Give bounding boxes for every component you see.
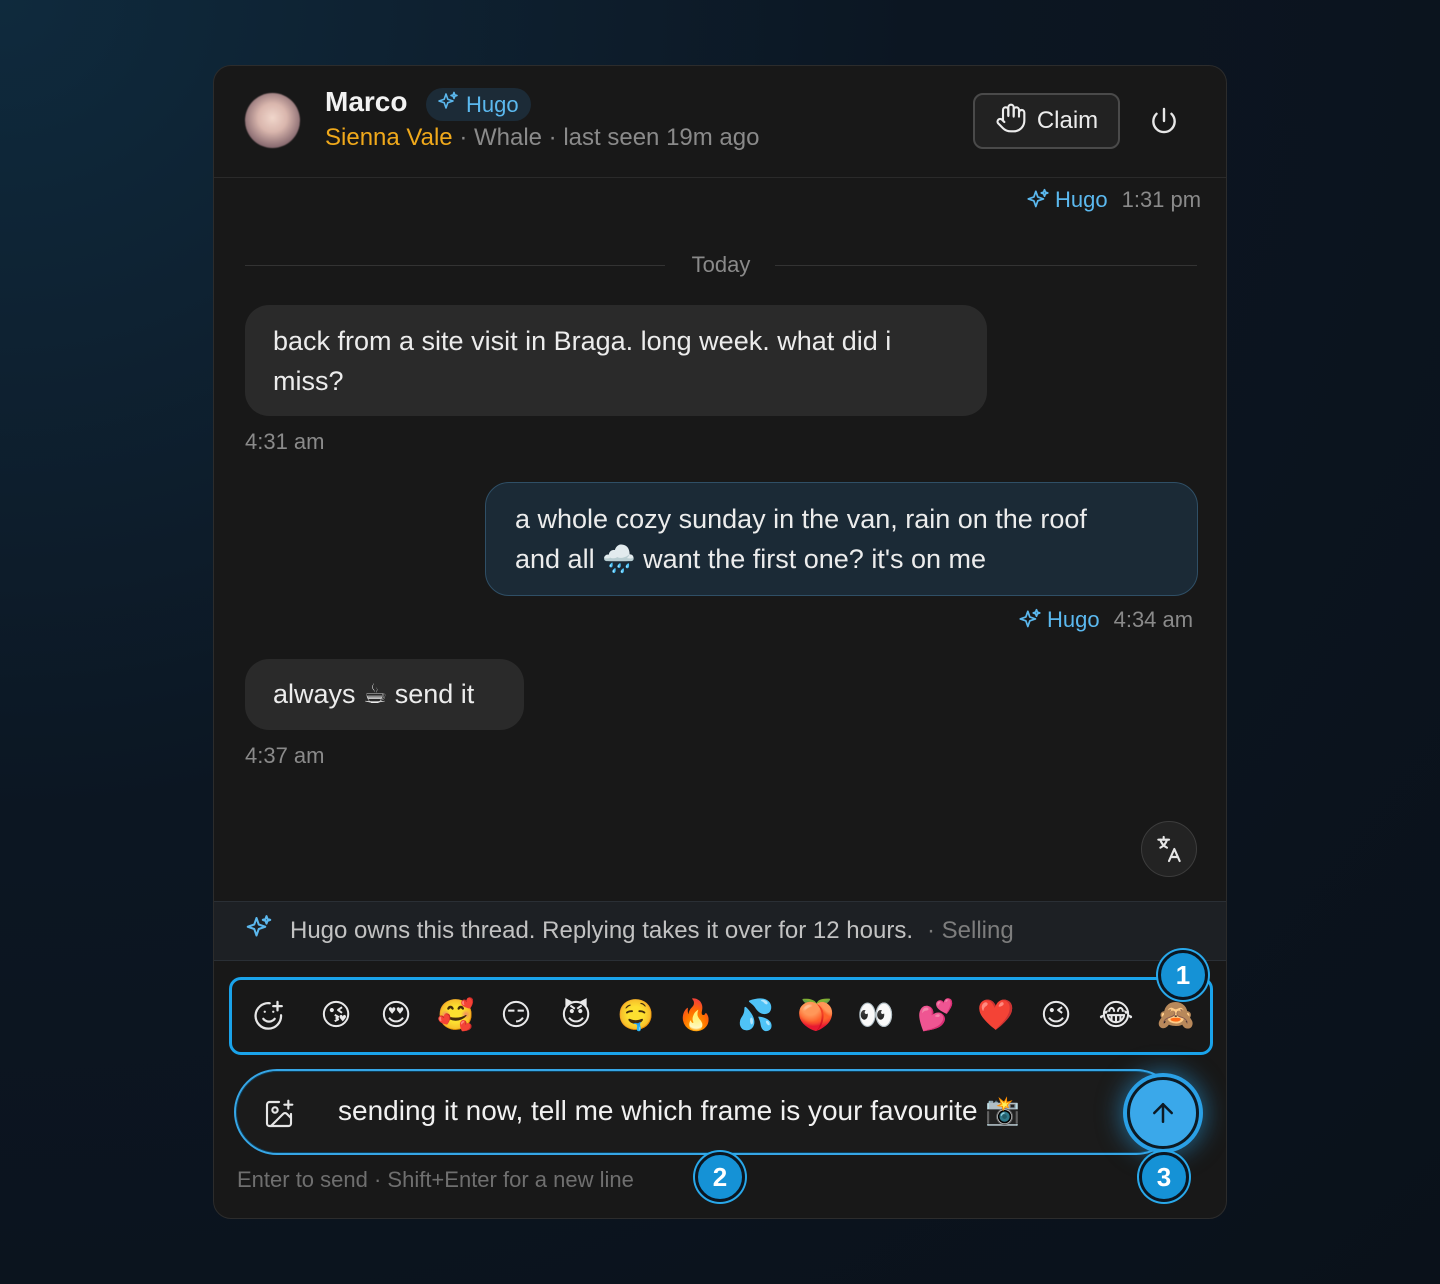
chat-header: Marco Hugo Sienna Vale · Whale · last se… (214, 66, 1226, 178)
agent-tag-label: Hugo (1055, 187, 1108, 212)
message-meta: Hugo 4:34 am (1017, 607, 1193, 633)
emoji-option[interactable]: 😉 (1026, 996, 1086, 1036)
image-plus-icon (265, 1099, 294, 1128)
emoji-option[interactable]: 🔥 (666, 996, 726, 1036)
contact-name: Marco (325, 86, 408, 117)
sparkle-icon (1027, 188, 1049, 208)
emoji-picker-button[interactable] (232, 999, 306, 1033)
message-time: 4:34 am (1113, 607, 1194, 632)
message-text-line: a whole cozy sunday in the van, rain on … (515, 504, 1087, 534)
hand-icon (995, 102, 1027, 141)
emoji-option[interactable]: 🙈 (1146, 996, 1206, 1036)
power-button[interactable] (1144, 101, 1184, 141)
outgoing-message[interactable]: a whole cozy sunday in the van, rain on … (485, 482, 1198, 596)
sparkle-icon (1019, 608, 1041, 628)
emoji-option[interactable]: 💦 (726, 996, 786, 1036)
agent-badge: Hugo (426, 88, 531, 121)
send-button[interactable] (1127, 1077, 1199, 1149)
agent-tag: Hugo (1025, 187, 1108, 213)
avatar[interactable] (245, 93, 300, 148)
translate-icon (1157, 835, 1181, 863)
message-text-line: miss? (273, 366, 344, 396)
notice-text: Hugo owns this thread. Replying takes it… (290, 917, 913, 944)
arrow-up-icon (1153, 1103, 1173, 1123)
day-divider-label: Today (691, 252, 751, 277)
incoming-message[interactable]: always ☕ send it (245, 659, 524, 730)
message-text-line: and all 🌧️ want the first one? it's on m… (515, 544, 987, 574)
chat-panel: Marco Hugo Sienna Vale · Whale · last se… (213, 65, 1227, 1219)
composer-hint: Enter to send · Shift+Enter for a new li… (237, 1167, 634, 1192)
message-text-line: always ☕ send it (273, 679, 475, 709)
owner-name[interactable]: Sienna Vale (325, 124, 453, 151)
status-text: · Whale · last seen 19m ago (459, 124, 760, 151)
emoji-option[interactable]: 😍 (366, 996, 426, 1036)
emoji-option[interactable]: 👀 (846, 996, 906, 1036)
agent-tag-label: Hugo (1047, 607, 1100, 632)
annotation-marker: 1 (1158, 950, 1208, 1000)
emoji-option[interactable]: 😂 (1086, 996, 1146, 1036)
emoji-option[interactable]: 😘 (306, 996, 366, 1036)
message-time: 4:37 am (245, 743, 325, 768)
power-icon (1152, 107, 1176, 134)
emoji-option[interactable]: ❤️ (966, 996, 1026, 1036)
incoming-message[interactable]: back from a site visit in Braga. long we… (245, 305, 987, 416)
emoji-option[interactable]: 🍑 (786, 996, 846, 1036)
agent-tag: Hugo (1017, 607, 1100, 633)
emoji-option[interactable]: 🤤 (606, 996, 666, 1036)
annotation-marker: 3 (1139, 1152, 1189, 1202)
emoji-option[interactable]: 💕 (906, 996, 966, 1036)
message-time: 4:31 am (245, 429, 325, 454)
sparkle-icon (244, 913, 274, 950)
day-divider-line (775, 265, 1197, 266)
annotation-marker: 2 (695, 1152, 745, 1202)
emoji-quick-bar: 😘 😍 🥰 😏 😈 🤤 🔥 💦 🍑 👀 💕 ❤️ 😉 😂 🙈 (229, 977, 1213, 1055)
ownership-notice: Hugo owns this thread. Replying takes it… (214, 901, 1226, 961)
message-time: 1:31 pm (1121, 187, 1202, 212)
claim-button[interactable]: Claim (973, 93, 1120, 149)
translate-button[interactable] (1141, 821, 1197, 877)
message-composer[interactable]: sending it now, tell me which frame is y… (234, 1069, 1179, 1155)
claim-label: Claim (1036, 107, 1099, 134)
message-text-line: back from a site visit in Braga. long we… (273, 326, 892, 356)
message-meta: Hugo 1:31 pm (1025, 187, 1201, 213)
agent-badge-label: Hugo (466, 91, 519, 117)
message-input[interactable]: sending it now, tell me which frame is y… (338, 1091, 1020, 1131)
emoji-option[interactable]: 🥰 (426, 996, 486, 1036)
attach-image-button[interactable] (261, 1096, 297, 1132)
emoji-option[interactable]: 😏 (486, 996, 546, 1036)
smiley-plus-icon (254, 1000, 283, 1030)
sparkle-icon (436, 90, 460, 120)
notice-mode: · Selling (927, 917, 1014, 944)
contact-status: Sienna Vale · Whale · last seen 19m ago (325, 124, 759, 152)
day-divider-line (245, 265, 665, 266)
emoji-option[interactable]: 😈 (546, 996, 606, 1036)
